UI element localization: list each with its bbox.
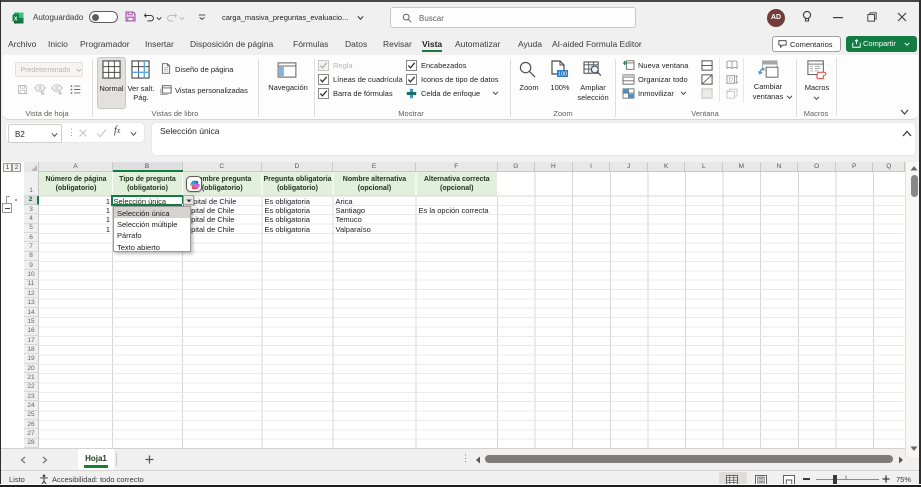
svg-text:D: D (729, 78, 733, 84)
svg-text:X: X (14, 16, 18, 22)
svg-text:100: 100 (558, 72, 567, 78)
